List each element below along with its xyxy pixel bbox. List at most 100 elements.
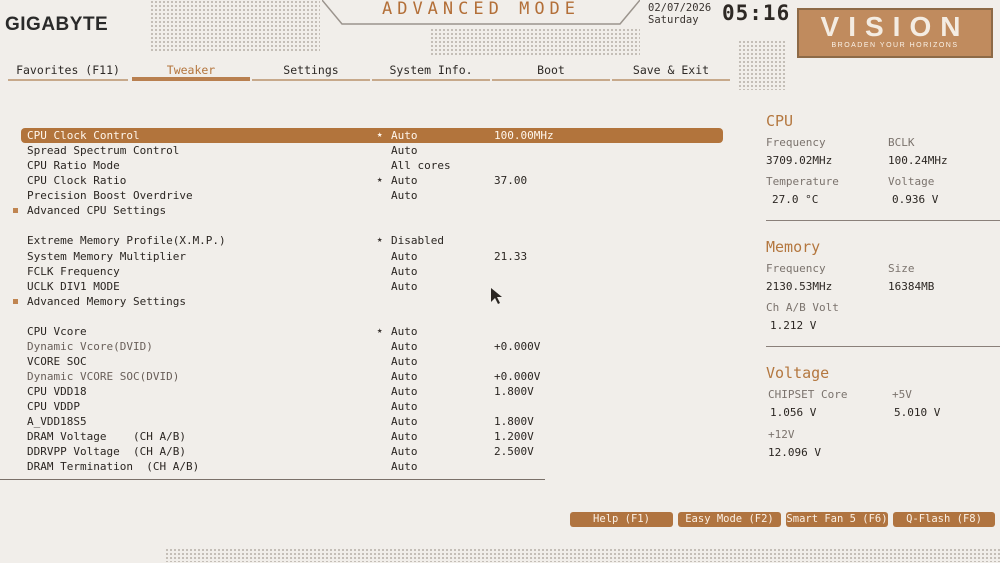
- tab-save-exit[interactable]: Save & Exit: [612, 60, 730, 80]
- setting-label: Extreme Memory Profile(X.M.P.): [27, 234, 226, 247]
- easy-mode-button[interactable]: Easy Mode (F2): [678, 512, 781, 527]
- setting-value[interactable]: Auto: [391, 414, 418, 429]
- setting-value[interactable]: Auto: [391, 324, 418, 339]
- mouse-pointer-icon: [491, 288, 502, 304]
- setting-row[interactable]: CPU Vcore ★ Auto: [0, 324, 740, 339]
- cpu-voltage-label: Voltage: [888, 175, 935, 188]
- submenu-row[interactable]: Advanced Memory Settings: [0, 294, 740, 309]
- setting-label: DRAM Termination (CH A/B): [27, 460, 200, 473]
- setting-label: System Memory Multiplier: [27, 250, 186, 263]
- setting-row[interactable]: VCORE SOC Auto: [0, 354, 740, 369]
- tab-boot-underline: [492, 79, 610, 81]
- setting-row[interactable]: Dynamic VCORE SOC(DVID) Auto +0.000V: [0, 369, 740, 384]
- qflash-button[interactable]: Q-Flash (F8): [893, 512, 995, 527]
- setting-value[interactable]: Auto: [391, 399, 418, 414]
- setting-value[interactable]: Auto: [391, 128, 418, 143]
- smart-fan-button[interactable]: Smart Fan 5 (F6): [786, 512, 888, 527]
- panel-separator: [766, 220, 1000, 221]
- help-button[interactable]: Help (F1): [570, 512, 673, 527]
- tab-tweaker-underline: [132, 77, 250, 81]
- tab-settings[interactable]: Settings: [252, 60, 370, 80]
- v5-label: +5V: [892, 388, 912, 401]
- cpu-temperature-value: 27.0 °C: [772, 193, 819, 206]
- setting-row[interactable]: DDRVPP Voltage (CH A/B) Auto 2.500V: [0, 444, 740, 459]
- setting-row[interactable]: DRAM Termination (CH A/B) Auto: [0, 459, 740, 474]
- setting-value[interactable]: Auto: [391, 279, 418, 294]
- day-text: Saturday: [648, 14, 699, 26]
- setting-value[interactable]: Disabled: [391, 233, 444, 248]
- settings-list: CPU Clock Control ★ Auto 100.00MHz Sprea…: [0, 125, 740, 485]
- setting-value[interactable]: Auto: [391, 459, 418, 474]
- memory-volt-label: Ch A/B Volt: [766, 301, 839, 314]
- setting-row[interactable]: CPU Clock Control ★ Auto 100.00MHz: [0, 128, 740, 143]
- memory-size-value: 16384MB: [888, 280, 935, 293]
- date-display: 02/07/2026 Saturday: [648, 2, 711, 26]
- gigabyte-logo: GIGABYTE: [5, 14, 109, 35]
- setting-label: CPU VDDP: [27, 400, 80, 413]
- setting-value[interactable]: Auto: [391, 143, 418, 158]
- tab-favorites[interactable]: Favorites (F11): [8, 60, 128, 80]
- tab-favorites-underline: [8, 79, 128, 81]
- setting-value[interactable]: Auto: [391, 339, 418, 354]
- header-pattern-mid: [430, 28, 640, 56]
- setting-value[interactable]: Auto: [391, 173, 418, 188]
- setting-row[interactable]: UCLK DIV1 MODE Auto: [0, 279, 740, 294]
- setting-row[interactable]: CPU Ratio Mode All cores: [0, 158, 740, 173]
- setting-value[interactable]: Auto: [391, 384, 418, 399]
- favorite-star-icon: ★: [377, 235, 383, 245]
- clock-display: 05:16: [722, 1, 791, 25]
- setting-value[interactable]: All cores: [391, 158, 451, 173]
- setting-label: Precision Boost Overdrive: [27, 189, 193, 202]
- favorite-star-icon: ★: [377, 326, 383, 336]
- panel-separator: [766, 346, 1000, 347]
- setting-row[interactable]: Spread Spectrum Control Auto: [0, 143, 740, 158]
- setting-row[interactable]: DRAM Voltage (CH A/B) Auto 1.200V: [0, 429, 740, 444]
- setting-row[interactable]: CPU VDD18 Auto 1.800V: [0, 384, 740, 399]
- setting-row[interactable]: A_VDD18S5 Auto 1.800V: [0, 414, 740, 429]
- cpu-frequency-label: Frequency: [766, 136, 826, 149]
- setting-label: CPU Vcore: [27, 325, 87, 338]
- setting-label: Dynamic Vcore(DVID): [27, 340, 153, 353]
- setting-row[interactable]: System Memory Multiplier Auto 21.33: [0, 249, 740, 264]
- setting-value[interactable]: Auto: [391, 354, 418, 369]
- setting-current-value: 2.500V: [494, 445, 534, 458]
- v12-label: +12V: [768, 428, 795, 441]
- setting-label: Dynamic VCORE SOC(DVID): [27, 370, 180, 383]
- hardware-info-panel: CPU Frequency BCLK 3709.02MHz 100.24MHz …: [752, 100, 1000, 500]
- tab-boot[interactable]: Boot: [492, 60, 610, 80]
- memory-section-title: Memory: [766, 238, 821, 256]
- setting-value[interactable]: Auto: [391, 369, 418, 384]
- setting-value[interactable]: Auto: [391, 188, 418, 203]
- setting-row[interactable]: FCLK Frequency Auto: [0, 264, 740, 279]
- setting-row[interactable]: Extreme Memory Profile(X.M.P.) ★ Disable…: [0, 233, 740, 248]
- memory-frequency-value: 2130.53MHz: [766, 280, 833, 293]
- setting-value[interactable]: Auto: [391, 429, 418, 444]
- memory-frequency-label: Frequency: [766, 262, 826, 275]
- tab-system-info-underline: [372, 79, 490, 81]
- setting-value[interactable]: Auto: [391, 264, 418, 279]
- favorite-star-icon: ★: [377, 130, 383, 140]
- submenu-bullet-icon: [13, 299, 18, 304]
- setting-label: CPU VDD18: [27, 385, 87, 398]
- cpu-temperature-label: Temperature: [766, 175, 839, 188]
- setting-row[interactable]: Dynamic Vcore(DVID) Auto +0.000V: [0, 339, 740, 354]
- setting-current-value: 1.800V: [494, 385, 534, 398]
- setting-label: Advanced CPU Settings: [27, 204, 167, 217]
- setting-row[interactable]: Precision Boost Overdrive Auto: [0, 188, 740, 203]
- bclk-value: 100.24MHz: [888, 154, 948, 167]
- mode-title: ADVANCED MODE: [381, 0, 581, 19]
- vision-tagline: BROADEN YOUR HORIZONS: [831, 42, 959, 49]
- cpu-frequency-value: 3709.02MHz: [766, 154, 833, 167]
- setting-row[interactable]: CPU Clock Ratio ★ Auto 37.00: [0, 173, 740, 188]
- tab-system-info[interactable]: System Info.: [372, 60, 490, 80]
- cpu-voltage-value: 0.936 V: [892, 193, 939, 206]
- setting-value[interactable]: Auto: [391, 444, 418, 459]
- tab-save-exit-underline: [612, 79, 730, 81]
- submenu-row[interactable]: Advanced CPU Settings: [0, 203, 740, 218]
- setting-label: CPU Clock Control: [27, 129, 140, 142]
- setting-current-value: 100.00MHz: [494, 129, 554, 142]
- setting-value[interactable]: Auto: [391, 249, 418, 264]
- setting-row[interactable]: CPU VDDP Auto: [0, 399, 740, 414]
- header-pattern-right: [738, 40, 786, 90]
- setting-current-value: 21.33: [494, 250, 528, 263]
